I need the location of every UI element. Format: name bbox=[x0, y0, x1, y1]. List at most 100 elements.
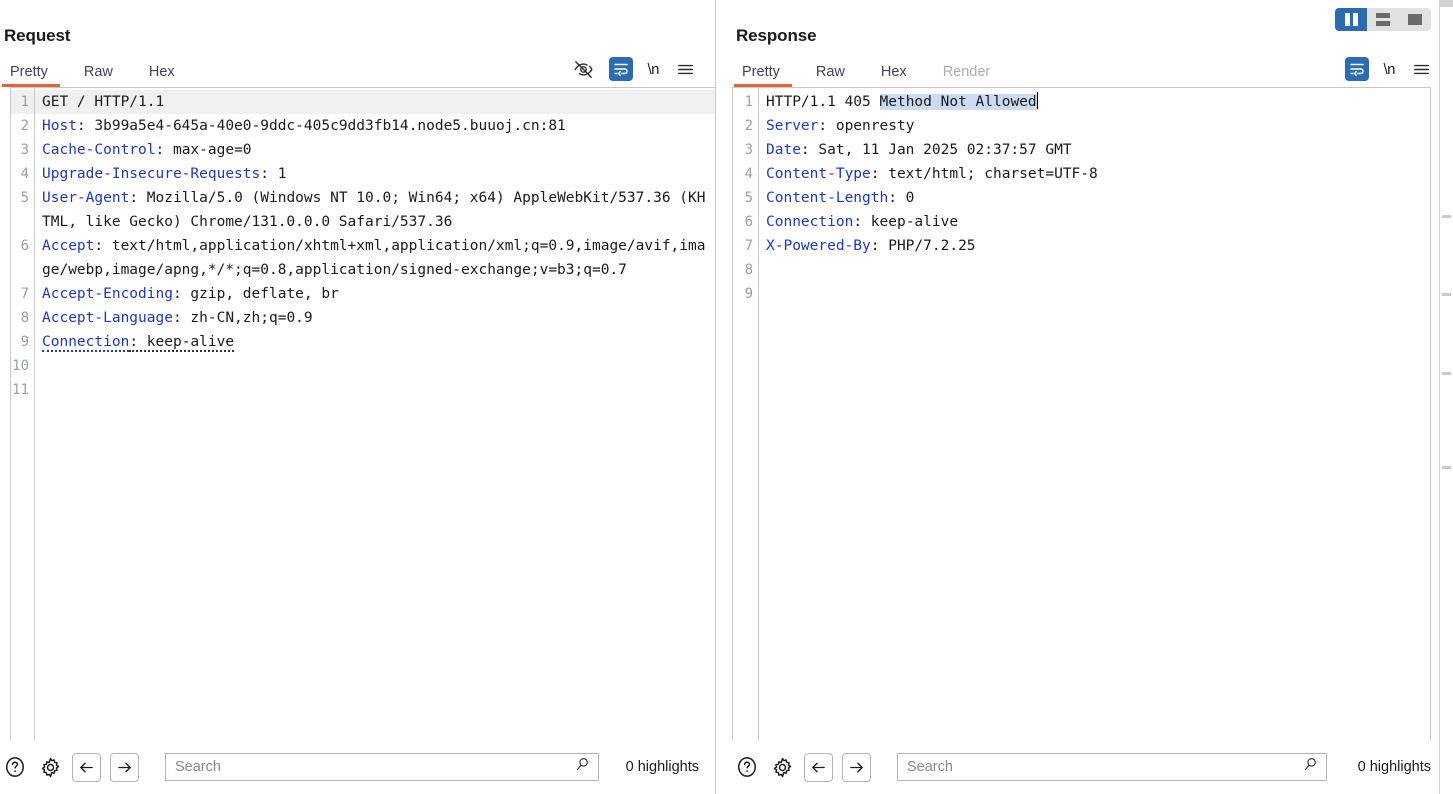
help-icon[interactable] bbox=[734, 754, 760, 780]
code-line[interactable]: Accept: text/html,application/xhtml+xml,… bbox=[35, 234, 715, 282]
hamburger-menu-icon[interactable] bbox=[1409, 57, 1433, 81]
line-number-continuation: . bbox=[11, 210, 34, 234]
response-bottom-bar: 0 highlights bbox=[716, 740, 1453, 794]
newline-icon[interactable]: \n bbox=[1383, 61, 1395, 78]
request-tab-hex[interactable]: Hex bbox=[131, 64, 193, 87]
code-line[interactable]: GET / HTTP/1.1 bbox=[35, 90, 715, 114]
response-highlight-count: 0 highlights bbox=[1358, 759, 1431, 775]
eye-off-icon[interactable] bbox=[571, 57, 595, 81]
layout-horizontal-split-button[interactable] bbox=[1367, 8, 1399, 31]
code-line[interactable] bbox=[759, 258, 1430, 282]
code-line[interactable] bbox=[35, 378, 715, 402]
search-icon[interactable] bbox=[574, 756, 591, 778]
header-name: Cache-Control bbox=[42, 142, 156, 158]
line-number: 7 bbox=[733, 234, 758, 258]
request-panel: Request Pretty Raw Hex bbox=[0, 0, 716, 794]
header-name: Date bbox=[766, 142, 801, 158]
search-forward-button[interactable] bbox=[110, 753, 139, 782]
layout-single-pane-button[interactable] bbox=[1399, 8, 1431, 31]
response-tab-raw[interactable]: Raw bbox=[798, 64, 863, 87]
code-line[interactable]: Server: openresty bbox=[759, 114, 1430, 138]
help-icon[interactable] bbox=[2, 754, 28, 780]
gear-icon[interactable] bbox=[769, 754, 795, 780]
word-wrap-icon[interactable] bbox=[1345, 57, 1369, 81]
line-number: 8 bbox=[733, 258, 758, 282]
header-name: Accept-Encoding bbox=[42, 286, 173, 302]
code-line[interactable]: Date: Sat, 11 Jan 2025 02:37:57 GMT bbox=[759, 138, 1430, 162]
header-value: : keep-alive bbox=[129, 334, 234, 352]
layout-vertical-split-button[interactable] bbox=[1335, 8, 1367, 31]
line-number: 4 bbox=[11, 162, 34, 186]
response-tab-hex[interactable]: Hex bbox=[863, 64, 925, 87]
line-number: 9 bbox=[11, 330, 34, 354]
scroll-tick bbox=[1442, 466, 1451, 469]
response-search-box[interactable] bbox=[897, 753, 1327, 781]
request-tool-group: \n bbox=[571, 57, 715, 87]
search-input[interactable] bbox=[166, 754, 598, 780]
selected-text: Method Not Allowed bbox=[880, 94, 1037, 110]
code-text: : PHP/7.2.25 bbox=[871, 238, 976, 254]
request-tab-raw[interactable]: Raw bbox=[66, 64, 131, 87]
code-text: : 1 bbox=[260, 166, 286, 182]
line-number: 10 bbox=[11, 354, 34, 378]
code-line[interactable]: Cache-Control: max-age=0 bbox=[35, 138, 715, 162]
code-line[interactable]: User-Agent: Mozilla/5.0 (Windows NT 10.0… bbox=[35, 186, 715, 234]
vertical-split-icon bbox=[1345, 13, 1358, 26]
code-text: : 0 bbox=[888, 190, 914, 206]
header-name: X-Powered-By bbox=[766, 238, 871, 254]
search-back-button[interactable] bbox=[804, 753, 833, 782]
code-line[interactable]: Content-Length: 0 bbox=[759, 186, 1430, 210]
code-line[interactable]: Upgrade-Insecure-Requests: 1 bbox=[35, 162, 715, 186]
line-number: 2 bbox=[733, 114, 758, 138]
gear-icon[interactable] bbox=[37, 754, 63, 780]
request-tab-pretty[interactable]: Pretty bbox=[2, 64, 66, 87]
line-number: 2 bbox=[11, 114, 34, 138]
response-line-numbers: 123456789 bbox=[733, 88, 759, 740]
hamburger-menu-icon[interactable] bbox=[673, 57, 697, 81]
request-bottom-bar: 0 highlights bbox=[0, 740, 715, 794]
code-text: : text/html; charset=UTF-8 bbox=[871, 166, 1098, 182]
code-line[interactable]: HTTP/1.1 405 Method Not Allowed bbox=[759, 90, 1430, 114]
scroll-tick bbox=[1442, 215, 1451, 218]
code-line[interactable]: Accept-Encoding: gzip, deflate, br bbox=[35, 282, 715, 306]
code-line[interactable]: Connection: keep-alive bbox=[35, 330, 715, 354]
line-number-continuation: . bbox=[11, 258, 34, 282]
request-search-box[interactable] bbox=[165, 753, 599, 781]
response-tab-pretty[interactable]: Pretty bbox=[734, 64, 798, 87]
request-editor[interactable]: 12345.6.7891011 GET / HTTP/1.1Host: 3b99… bbox=[11, 87, 715, 740]
code-line[interactable]: Connection: keep-alive bbox=[759, 210, 1430, 234]
header-name: Connection bbox=[766, 214, 853, 230]
code-line[interactable]: Accept-Language: zh-CN,zh;q=0.9 bbox=[35, 306, 715, 330]
search-input[interactable] bbox=[898, 754, 1326, 780]
search-icon[interactable] bbox=[1302, 756, 1319, 778]
search-forward-button[interactable] bbox=[842, 753, 871, 782]
newline-icon[interactable]: \n bbox=[647, 61, 659, 78]
scrollbar-thumb[interactable] bbox=[1440, 0, 1453, 7]
request-highlight-count: 0 highlights bbox=[626, 759, 699, 775]
line-number: 5 bbox=[11, 186, 34, 210]
code-line[interactable]: Content-Type: text/html; charset=UTF-8 bbox=[759, 162, 1430, 186]
header-name: User-Agent bbox=[42, 190, 129, 206]
header-name: Server bbox=[766, 118, 818, 134]
line-number: 6 bbox=[11, 234, 34, 258]
response-code-area[interactable]: HTTP/1.1 405 Method Not AllowedServer: o… bbox=[759, 88, 1430, 740]
response-editor-frame: 123456789 HTTP/1.1 405 Method Not Allowe… bbox=[732, 87, 1431, 740]
line-number: 8 bbox=[11, 306, 34, 330]
header-name: Content-Length bbox=[766, 190, 888, 206]
line-number: 6 bbox=[733, 210, 758, 234]
search-back-button[interactable] bbox=[72, 753, 101, 782]
request-tab-row: Pretty Raw Hex bbox=[0, 46, 715, 87]
word-wrap-icon[interactable] bbox=[609, 57, 633, 81]
code-line[interactable] bbox=[35, 354, 715, 378]
response-editor[interactable]: 123456789 HTTP/1.1 405 Method Not Allowe… bbox=[733, 87, 1430, 740]
code-text: : 3b99a5e4-645a-40e0-9ddc-405c9dd3fb14.n… bbox=[77, 118, 566, 134]
code-line[interactable]: Host: 3b99a5e4-645a-40e0-9ddc-405c9dd3fb… bbox=[35, 114, 715, 138]
code-line[interactable]: X-Powered-By: PHP/7.2.25 bbox=[759, 234, 1430, 258]
response-panel: Response Pretty Raw Hex Render \n bbox=[716, 0, 1453, 794]
code-line[interactable] bbox=[759, 282, 1430, 306]
response-scroll-rail[interactable] bbox=[1439, 0, 1453, 794]
header-name: Host bbox=[42, 118, 77, 134]
request-code-area[interactable]: GET / HTTP/1.1Host: 3b99a5e4-645a-40e0-9… bbox=[35, 88, 715, 740]
line-number: 7 bbox=[11, 282, 34, 306]
layout-toggle-group[interactable] bbox=[1335, 8, 1431, 31]
